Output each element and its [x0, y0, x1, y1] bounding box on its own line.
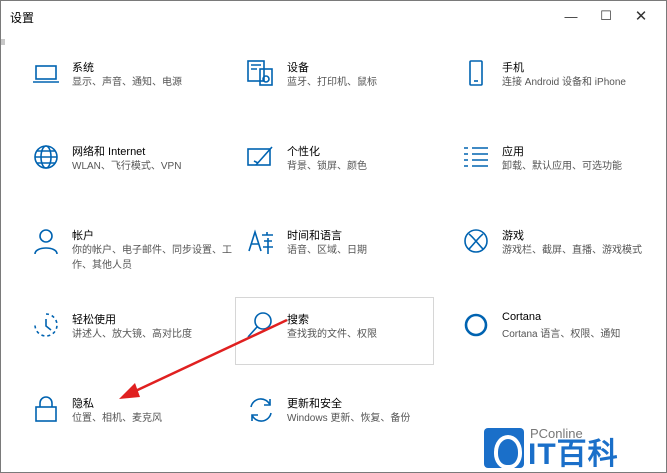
update-icon [246, 395, 276, 425]
tile-description: WLAN、飞行模式、VPN [72, 161, 182, 172]
tile-description: 连接 Android 设备和 iPhone [502, 77, 626, 88]
settings-window: 设置 — ☐ ✕ 系统 显示、声音、通知、电源 设备 蓝牙、打印机、鼠标 手机 … [0, 0, 667, 473]
paintbrush-icon [246, 143, 276, 173]
search-icon [246, 311, 276, 341]
tile-label: 系统 [72, 62, 94, 74]
tile-network[interactable]: 网络和 Internet WLAN、飞行模式、VPN [31, 143, 231, 203]
cortana-icon [461, 311, 491, 341]
ease-of-access-icon [31, 311, 61, 341]
tile-privacy[interactable]: 隐私 位置、相机、麦克风 [31, 395, 231, 455]
devices-icon [246, 59, 276, 89]
tile-phone[interactable]: 手机 连接 Android 设备和 iPhone [461, 59, 661, 119]
tile-cortana[interactable]: Cortana Cortana 语言、权限、通知 [461, 311, 661, 371]
laptop-icon [31, 59, 61, 89]
person-icon [31, 227, 61, 257]
tile-description: 背景、锁屏、颜色 [287, 161, 367, 172]
tile-gaming[interactable]: 游戏 游戏栏、截屏、直播、游戏模式 [461, 227, 661, 287]
tile-description: 游戏栏、截屏、直播、游戏模式 [502, 245, 642, 256]
tile-label: Cortana [502, 311, 542, 323]
window-title: 设置 [10, 11, 35, 25]
tile-label: 应用 [502, 146, 524, 158]
tile-system[interactable]: 系统 显示、声音、通知、电源 [31, 59, 231, 119]
tile-description: 查找我的文件、权限 [287, 329, 377, 340]
tile-label: 轻松使用 [72, 314, 116, 326]
title-bar: 设置 — ☐ ✕ [1, 1, 666, 31]
globe-icon [31, 143, 61, 173]
tile-ease-of-access[interactable]: 轻松使用 讲述人、放大镜、高对比度 [31, 311, 231, 371]
phone-icon [461, 59, 491, 89]
tile-label: 个性化 [287, 146, 320, 158]
tile-description: Cortana 语言、权限、通知 [502, 329, 621, 340]
tile-apps[interactable]: 应用 卸载、默认应用、可选功能 [461, 143, 661, 203]
tile-accounts[interactable]: 帐户 你的帐户、电子邮件、同步设置、工作、其他人员 [31, 227, 232, 287]
watermark-title: IT百科 [528, 438, 619, 471]
tile-label: 搜索 [287, 314, 309, 326]
scroll-marker [1, 39, 5, 45]
tile-label: 设备 [287, 62, 309, 74]
tile-update-security[interactable]: 更新和安全 Windows 更新、恢复、备份 [246, 395, 446, 455]
tile-description: 卸载、默认应用、可选功能 [502, 161, 622, 172]
tile-description: 显示、声音、通知、电源 [72, 77, 182, 88]
tile-search[interactable]: 搜索 查找我的文件、权限 [246, 311, 446, 371]
tile-label: 更新和安全 [287, 398, 342, 410]
tile-time-language[interactable]: 时间和语言 语音、区域、日期 [246, 227, 446, 287]
pconline-logo-icon [484, 428, 524, 469]
tile-description: 位置、相机、麦克风 [72, 413, 162, 424]
tile-personalization[interactable]: 个性化 背景、锁屏、颜色 [246, 143, 446, 203]
tile-description: 你的帐户、电子邮件、同步设置、工作、其他人员 [72, 245, 232, 271]
tile-label: 帐户 [72, 230, 94, 242]
time-language-icon [246, 227, 276, 257]
tile-label: 游戏 [502, 230, 524, 242]
maximize-button[interactable]: ☐ [589, 1, 623, 31]
pconline-watermark: PConline IT百科 [484, 418, 667, 473]
tile-devices[interactable]: 设备 蓝牙、打印机、鼠标 [246, 59, 446, 119]
tile-description: 蓝牙、打印机、鼠标 [287, 77, 377, 88]
xbox-icon [461, 227, 491, 257]
tile-description: 讲述人、放大镜、高对比度 [72, 329, 192, 340]
tile-label: 网络和 Internet [72, 146, 146, 158]
close-button[interactable]: ✕ [624, 1, 658, 31]
tile-label: 手机 [502, 62, 524, 74]
tile-description: Windows 更新、恢复、备份 [287, 413, 411, 424]
lock-icon [31, 395, 61, 425]
apps-list-icon [461, 143, 491, 173]
tile-label: 时间和语言 [287, 230, 342, 242]
tile-label: 隐私 [72, 398, 94, 410]
minimize-button[interactable]: — [554, 1, 588, 31]
tile-description: 语音、区域、日期 [287, 245, 367, 256]
